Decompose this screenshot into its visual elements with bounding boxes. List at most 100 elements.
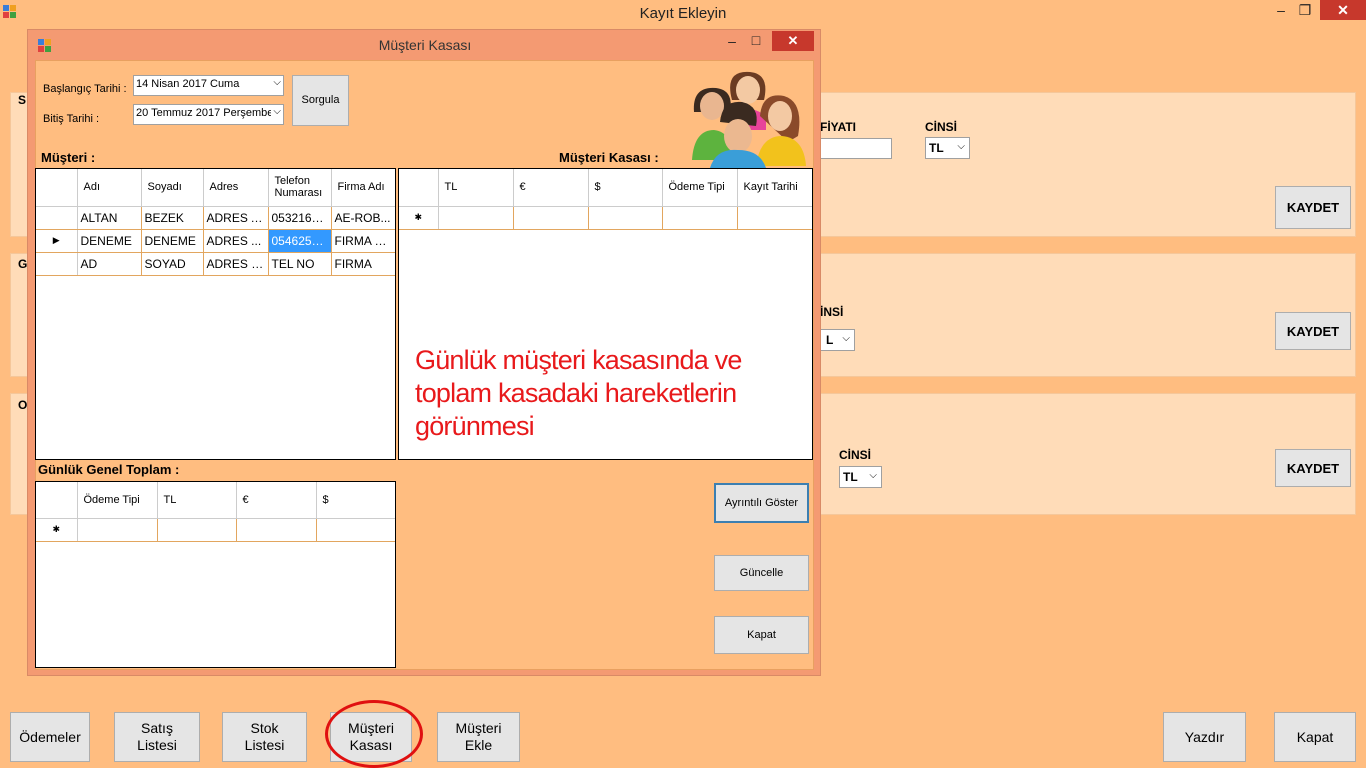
column-header[interactable]: TL bbox=[438, 169, 514, 207]
table-cell[interactable] bbox=[588, 206, 663, 230]
dialog-title: Müşteri Kasası bbox=[378, 37, 472, 53]
table-row[interactable]: AD SOYAD ADRES B... TEL NO FIRMA bbox=[36, 252, 395, 276]
table-cell[interactable]: DENEME bbox=[77, 229, 142, 253]
column-header[interactable]: TL bbox=[157, 482, 237, 519]
end-date-picker[interactable]: 20 Temmuz 2017 Perşembe ⌵ bbox=[133, 104, 284, 125]
table-row[interactable]: ▶ DENEME DENEME ADRES ... 0546254... FIR… bbox=[36, 229, 395, 253]
dialog-close-icon[interactable]: ✕ bbox=[772, 31, 814, 51]
column-header[interactable]: $ bbox=[588, 169, 663, 207]
print-button[interactable]: Yazdır bbox=[1163, 712, 1246, 762]
end-date-label: Bitiş Tarihi : bbox=[43, 113, 100, 125]
table-cell[interactable] bbox=[236, 518, 317, 542]
column-header[interactable]: € bbox=[236, 482, 317, 519]
column-header[interactable]: Adres bbox=[203, 169, 269, 207]
table-cell[interactable]: FIRMA D... bbox=[331, 229, 395, 253]
column-header[interactable]: $ bbox=[316, 482, 395, 519]
table-cell[interactable] bbox=[438, 206, 514, 230]
highlight-circle bbox=[325, 700, 423, 768]
panel-letter-1: S bbox=[18, 93, 27, 107]
currency-label-2: İNSİ bbox=[820, 305, 844, 319]
close-icon[interactable]: ✕ bbox=[1320, 0, 1366, 20]
chevron-down-icon: ⌵ bbox=[957, 141, 965, 152]
table-cell[interactable] bbox=[737, 206, 812, 230]
table-cell[interactable]: ADRES ... bbox=[203, 229, 269, 253]
window-title: Kayıt Ekleyin bbox=[639, 5, 727, 22]
customers-icon bbox=[692, 71, 806, 168]
new-row-icon: ✱ bbox=[399, 206, 439, 230]
daily-total-label: Günlük Genel Toplam : bbox=[38, 462, 180, 477]
payments-button[interactable]: Ödemeler bbox=[10, 712, 90, 762]
table-cell[interactable]: DENEME bbox=[141, 229, 204, 253]
table-cell[interactable] bbox=[77, 518, 158, 542]
table-cell[interactable]: FIRMA bbox=[331, 252, 395, 276]
stock-list-button[interactable]: Stok Listesi bbox=[222, 712, 307, 762]
price-label: FİYATI bbox=[820, 120, 857, 134]
table-cell[interactable]: ADRES B... bbox=[203, 252, 269, 276]
sales-list-button[interactable]: Satış Listesi bbox=[114, 712, 200, 762]
row-header[interactable] bbox=[36, 252, 78, 276]
table-cell[interactable]: SOYAD bbox=[141, 252, 204, 276]
detail-button[interactable]: Ayrıntılı Göster bbox=[714, 483, 809, 523]
update-button[interactable]: Güncelle bbox=[714, 555, 809, 591]
panel-letter-2: G bbox=[18, 257, 28, 271]
table-cell[interactable]: AD bbox=[77, 252, 142, 276]
currency-label: CİNSİ bbox=[925, 120, 958, 134]
column-header[interactable]: Telefon Numarası bbox=[268, 169, 332, 207]
new-row[interactable]: ✱ bbox=[36, 518, 395, 542]
column-header[interactable]: € bbox=[513, 169, 589, 207]
table-cell[interactable]: 0532164... bbox=[268, 206, 332, 230]
query-button[interactable]: Sorgula bbox=[292, 75, 349, 126]
save-button-2[interactable]: KAYDET bbox=[1275, 312, 1351, 350]
row-header[interactable] bbox=[36, 206, 78, 230]
row-header-corner bbox=[399, 169, 439, 207]
row-header[interactable]: ▶ bbox=[36, 229, 78, 253]
column-header[interactable]: Soyadı bbox=[141, 169, 204, 207]
customers-section-label: Müşteri : bbox=[41, 150, 96, 165]
table-cell-selected[interactable]: 0546254... bbox=[268, 229, 332, 253]
table-row[interactable]: ALTAN BEZEK ADRES A... 0532164... AE-ROB… bbox=[36, 206, 395, 230]
close-button[interactable]: Kapat bbox=[1274, 712, 1356, 762]
save-button-3[interactable]: KAYDET bbox=[1275, 449, 1351, 487]
table-cell[interactable]: ADRES A... bbox=[203, 206, 269, 230]
daily-total-grid[interactable]: Ödeme Tipi TL € $ ✱ bbox=[35, 481, 396, 668]
table-cell[interactable] bbox=[662, 206, 738, 230]
new-row[interactable]: ✱ bbox=[399, 206, 812, 230]
column-header[interactable]: Ödeme Tipi bbox=[662, 169, 738, 207]
row-header-corner bbox=[36, 169, 78, 207]
minimize-icon[interactable]: – bbox=[1272, 2, 1290, 24]
start-date-label: Başlangıç Tarihi : bbox=[43, 83, 127, 95]
table-cell[interactable]: AE-ROB... bbox=[331, 206, 395, 230]
dialog-minimize-icon[interactable]: – bbox=[724, 33, 740, 55]
restore-icon[interactable]: ❐ bbox=[1296, 2, 1314, 24]
cash-section-label: Müşteri Kasası : bbox=[559, 150, 659, 165]
table-cell[interactable] bbox=[513, 206, 589, 230]
annotation-text: Günlük müşteri kasasında ve toplam kasad… bbox=[415, 345, 742, 441]
add-customer-button[interactable]: Müşteri Ekle bbox=[437, 712, 520, 762]
chevron-down-icon: ⌵ bbox=[271, 106, 281, 117]
table-cell[interactable]: TEL NO bbox=[268, 252, 332, 276]
table-cell[interactable] bbox=[316, 518, 395, 542]
table-cell[interactable]: ALTAN bbox=[77, 206, 142, 230]
current-row-icon: ▶ bbox=[52, 235, 60, 245]
main-titlebar: Kayıt Ekleyin – ❐ ✕ bbox=[0, 0, 1366, 28]
price-input[interactable] bbox=[820, 138, 892, 159]
panel-letter-3: O bbox=[18, 398, 28, 412]
new-row-icon: ✱ bbox=[36, 518, 78, 542]
table-cell[interactable]: BEZEK bbox=[141, 206, 204, 230]
currency-select-3[interactable]: TL ⌵ bbox=[839, 466, 882, 488]
column-header[interactable]: Ödeme Tipi bbox=[77, 482, 158, 519]
customers-grid[interactable]: Adı Soyadı Adres Telefon Numarası Firma … bbox=[35, 168, 396, 460]
column-header[interactable]: Adı bbox=[77, 169, 142, 207]
column-header[interactable]: Kayıt Tarihi bbox=[737, 169, 812, 207]
dialog-maximize-icon[interactable]: □ bbox=[748, 32, 764, 54]
table-cell[interactable] bbox=[157, 518, 237, 542]
chevron-down-icon: ⌵ bbox=[842, 333, 850, 344]
currency-select[interactable]: TL ⌵ bbox=[925, 137, 970, 159]
chevron-down-icon: ⌵ bbox=[869, 470, 877, 481]
start-date-picker[interactable]: 14 Nisan 2017 Cuma ⌵ bbox=[133, 75, 284, 96]
column-header[interactable]: Firma Adı bbox=[331, 169, 395, 207]
currency-label-3: CİNSİ bbox=[839, 448, 872, 462]
save-button-1[interactable]: KAYDET bbox=[1275, 186, 1351, 229]
row-header-corner bbox=[36, 482, 78, 519]
dialog-close-button[interactable]: Kapat bbox=[714, 616, 809, 654]
